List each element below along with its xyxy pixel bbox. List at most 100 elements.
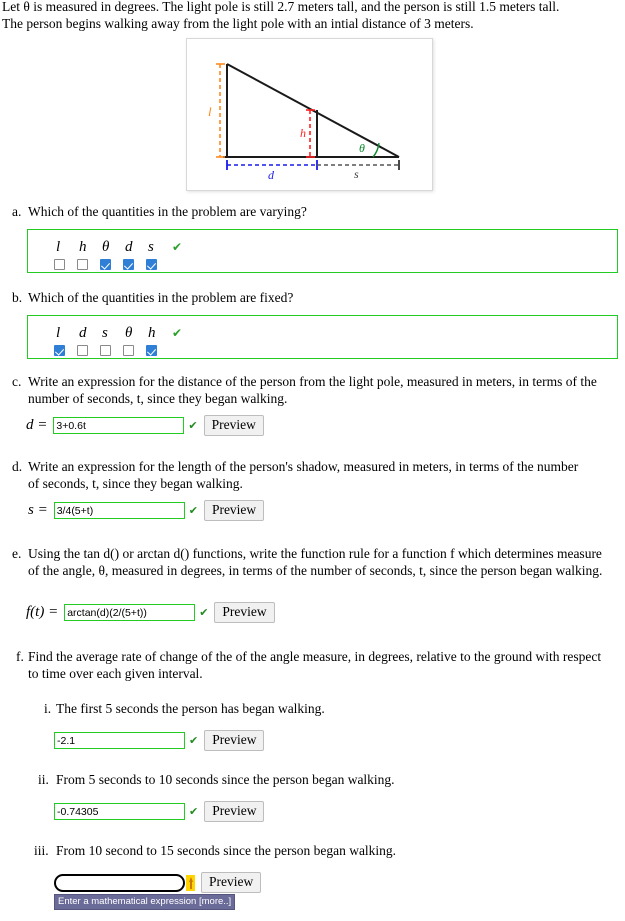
distance-label: d bbox=[268, 168, 275, 182]
checkbox-h[interactable] bbox=[77, 259, 88, 270]
question-f-iii-text: From 10 second to 15 seconds since the p… bbox=[56, 843, 397, 858]
checkbox-l[interactable] bbox=[54, 259, 65, 270]
choice-label-b-theta: θ bbox=[125, 325, 133, 341]
choice-theta[interactable]: θ bbox=[100, 239, 123, 270]
person-label: h bbox=[300, 126, 306, 140]
question-f-ii-correct-icon: ✔ bbox=[189, 805, 199, 818]
question-f-i-preview-button[interactable]: Preview bbox=[204, 730, 265, 751]
problem-statement: Let θ is measured in degrees. The light … bbox=[2, 0, 620, 32]
question-f-i-correct-icon: ✔ bbox=[189, 734, 199, 747]
question-a-choice-row: l h θ d s ✔ bbox=[28, 239, 617, 270]
question-f-ii-text: From 5 seconds to 10 seconds since the p… bbox=[56, 772, 395, 787]
question-f-i-answer-row: ✔ Preview bbox=[54, 730, 265, 751]
choice-b-s[interactable]: s bbox=[100, 325, 123, 356]
question-c: c. Write an expression for the distance … bbox=[0, 374, 625, 459]
shadow-label: s bbox=[354, 167, 359, 181]
question-e-answer-row: f(t) = ✔ Preview bbox=[26, 602, 275, 623]
question-d-correct-icon: ✔ bbox=[188, 504, 198, 517]
question-f: f. Find the average rate of change of th… bbox=[0, 649, 625, 910]
question-f-text: Find the average rate of change of the o… bbox=[28, 649, 602, 681]
choice-label-b-s: s bbox=[102, 325, 108, 341]
question-list: a. Which of the quantities in the proble… bbox=[0, 196, 625, 910]
expression-hint-tooltip: Enter a mathematical expression [more..] bbox=[54, 894, 236, 910]
checkbox-b-l[interactable] bbox=[54, 345, 65, 356]
question-b-choices: l d s θ h ✔ bbox=[27, 315, 618, 359]
question-c-input[interactable] bbox=[53, 417, 185, 434]
pole-label: l bbox=[208, 104, 212, 119]
choice-label-b-d: d bbox=[79, 325, 87, 341]
choice-label-b-l: l bbox=[56, 325, 61, 341]
choice-b-l[interactable]: l bbox=[54, 325, 77, 356]
checkbox-s[interactable] bbox=[146, 259, 157, 270]
question-b-choice-row: l d s θ h ✔ bbox=[28, 325, 617, 356]
problem-statement-line-1: Let θ is measured in degrees. The light … bbox=[2, 0, 560, 14]
question-f-iii-tooltip-wrap: Enter a mathematical expression [more..] bbox=[54, 892, 236, 910]
question-f-iii-preview-button[interactable]: Preview bbox=[201, 872, 262, 893]
question-f-ii-label: ii. bbox=[38, 772, 49, 787]
question-f-ii-answer-row: ✔ Preview bbox=[54, 801, 265, 822]
choice-label-d: d bbox=[125, 239, 133, 255]
question-f-label: f. bbox=[16, 649, 24, 664]
choice-b-h[interactable]: h bbox=[146, 325, 169, 356]
question-d-lhs: s = bbox=[28, 502, 48, 518]
question-e-input[interactable] bbox=[64, 604, 196, 621]
question-f-i-label: i. bbox=[44, 701, 52, 716]
triangle-diagram: l h d s θ bbox=[186, 38, 433, 191]
choice-s[interactable]: s bbox=[146, 239, 169, 270]
checkbox-theta[interactable] bbox=[100, 259, 111, 270]
question-d-text: Write an expression for the length of th… bbox=[28, 459, 579, 491]
checkbox-b-theta[interactable] bbox=[123, 345, 134, 356]
question-b-text: Which of the quantities in the problem a… bbox=[28, 290, 294, 305]
question-f-iii-answer-row: Preview bbox=[54, 872, 262, 893]
question-c-lhs: d = bbox=[26, 417, 48, 433]
expression-warning-icon bbox=[186, 874, 195, 891]
choice-b-theta[interactable]: θ bbox=[123, 325, 146, 356]
question-f-iii-input[interactable] bbox=[54, 873, 185, 892]
choice-l[interactable]: l bbox=[54, 239, 77, 270]
choice-label-h: h bbox=[79, 239, 87, 255]
question-c-text: Write an expression for the distance of … bbox=[28, 374, 597, 406]
question-e: e. Using the tan d() or arctan d() funct… bbox=[0, 544, 625, 649]
problem-statement-line-2: The person begins walking away from the … bbox=[2, 16, 474, 31]
choice-label-theta: θ bbox=[102, 239, 110, 255]
question-a-choices: l h θ d s ✔ bbox=[27, 229, 618, 273]
choice-label-s: s bbox=[148, 239, 154, 255]
question-c-label: c. bbox=[12, 374, 22, 389]
question-b: b. Which of the quantities in the proble… bbox=[0, 282, 625, 374]
question-d-input[interactable] bbox=[53, 502, 185, 519]
question-a-text: Which of the quantities in the problem a… bbox=[28, 204, 307, 219]
question-e-label: e. bbox=[12, 546, 22, 561]
choice-d[interactable]: d bbox=[123, 239, 146, 270]
question-e-preview-button[interactable]: Preview bbox=[214, 602, 275, 623]
checkbox-b-s[interactable] bbox=[100, 345, 111, 356]
question-f-ii-input[interactable] bbox=[54, 803, 185, 820]
question-c-answer-row: d = ✔ Preview bbox=[26, 415, 264, 436]
question-d-preview-button[interactable]: Preview bbox=[203, 500, 265, 521]
question-d: d. Write an expression for the length of… bbox=[0, 459, 625, 544]
question-f-i-input[interactable] bbox=[54, 732, 185, 749]
question-f-iii-label: iii. bbox=[34, 843, 49, 858]
question-a: a. Which of the quantities in the proble… bbox=[0, 196, 625, 282]
question-f-i-text: The first 5 seconds the person has began… bbox=[56, 701, 325, 716]
checkbox-d[interactable] bbox=[123, 259, 134, 270]
question-c-preview-button[interactable]: Preview bbox=[203, 415, 264, 436]
question-d-label: d. bbox=[12, 459, 23, 474]
checkbox-b-d[interactable] bbox=[77, 345, 88, 356]
choice-b-d[interactable]: d bbox=[77, 325, 100, 356]
question-b-correct-icon: ✔ bbox=[172, 326, 183, 340]
question-e-lhs: f(t) = bbox=[26, 604, 59, 620]
choice-label-l: l bbox=[56, 239, 61, 255]
question-a-correct-icon: ✔ bbox=[172, 240, 183, 254]
question-c-correct-icon: ✔ bbox=[188, 419, 198, 432]
choice-h[interactable]: h bbox=[77, 239, 100, 270]
question-f-ii-preview-button[interactable]: Preview bbox=[204, 801, 265, 822]
checkbox-b-h[interactable] bbox=[146, 345, 157, 356]
angle-label: θ bbox=[359, 141, 365, 155]
question-e-correct-icon: ✔ bbox=[199, 606, 209, 619]
question-e-text: Using the tan d() or arctan d() function… bbox=[28, 546, 603, 578]
question-a-label: a. bbox=[12, 204, 22, 219]
triangle-diagram-svg: l h d s θ bbox=[208, 63, 400, 182]
question-b-label: b. bbox=[12, 290, 23, 305]
choice-label-b-h: h bbox=[148, 325, 156, 341]
question-d-answer-row: s = ✔ Preview bbox=[28, 500, 265, 521]
